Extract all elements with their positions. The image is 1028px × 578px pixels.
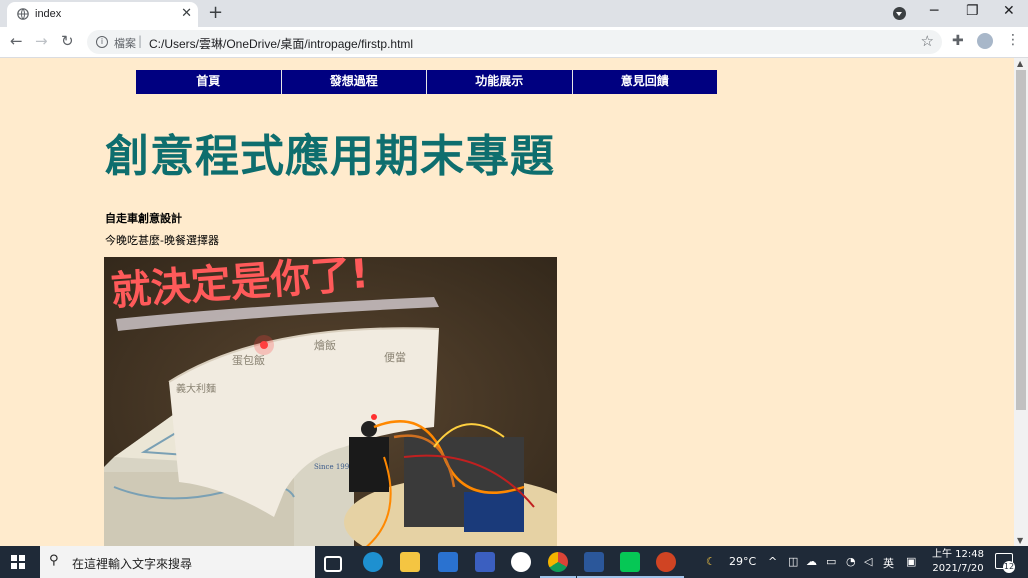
clock-date: 2021/7/20 bbox=[932, 563, 984, 574]
tray-chevron-icon[interactable]: ^ bbox=[768, 555, 777, 568]
weather-temperature[interactable]: 29°C bbox=[729, 555, 756, 568]
nav-demo[interactable]: 功能展示 bbox=[427, 70, 573, 94]
search-icon: ⚲ bbox=[49, 553, 59, 568]
task-view-icon[interactable] bbox=[324, 556, 342, 572]
tab-index[interactable]: index ✕ bbox=[7, 2, 198, 27]
site-nav: 首頁 發想過程 功能展示 意見回饋 bbox=[136, 70, 717, 94]
tab-strip: index ✕ + ─ ❐ ✕ bbox=[0, 0, 1028, 27]
system-clock[interactable]: 上午 12:48 2021/7/20 bbox=[932, 548, 984, 576]
chrome-icon[interactable] bbox=[548, 552, 568, 572]
photo-tin-text: Since 1996 bbox=[314, 463, 354, 471]
input-method-icon[interactable]: ▣ bbox=[906, 555, 916, 568]
file-explorer-icon[interactable] bbox=[400, 552, 420, 572]
photo-paper-text: 蛋包飯 bbox=[232, 353, 265, 367]
windows-start-icon[interactable] bbox=[11, 555, 25, 569]
powerpoint-icon[interactable] bbox=[656, 552, 676, 572]
taskbar-search-box[interactable]: ⚲ 在這裡輸入文字來搜尋 bbox=[40, 546, 315, 578]
taskbar-search-placeholder: 在這裡輸入文字來搜尋 bbox=[72, 557, 193, 571]
nav-ideation[interactable]: 發想過程 bbox=[282, 70, 427, 94]
project-photo: Since 1996 蛋包飯 燴飯 便當 義大利麵 就決定是你了! bbox=[104, 257, 557, 546]
extensions-icon[interactable]: ✚ bbox=[952, 33, 964, 49]
xbox-icon[interactable] bbox=[511, 552, 531, 572]
browser-toolbar: ← → ↻ i 檔案 | C:/Users/雲琳/OneDrive/桌面/int… bbox=[0, 27, 1028, 58]
minimize-button[interactable]: ─ bbox=[930, 3, 938, 19]
clock-time: 上午 12:48 bbox=[932, 549, 984, 560]
word-icon[interactable] bbox=[584, 552, 604, 572]
scroll-thumb[interactable] bbox=[1016, 70, 1026, 410]
battery-icon[interactable]: ▭ bbox=[826, 555, 836, 568]
url-scheme: 檔案 bbox=[114, 37, 136, 50]
project-description: 今晚吃甚麼-晚餐選擇器 bbox=[105, 234, 219, 247]
tab-close-icon[interactable]: ✕ bbox=[181, 6, 192, 21]
restore-button[interactable]: ❐ bbox=[966, 3, 979, 19]
back-icon[interactable]: ← bbox=[10, 32, 23, 50]
nav-feedback[interactable]: 意見回饋 bbox=[573, 70, 718, 94]
app-icon[interactable] bbox=[475, 552, 495, 572]
globe-icon bbox=[17, 8, 29, 20]
nav-home[interactable]: 首頁 bbox=[136, 70, 282, 94]
scroll-up-icon[interactable]: ▲ bbox=[1017, 59, 1023, 68]
photo-paper-text: 義大利麵 bbox=[176, 382, 216, 395]
line-icon[interactable] bbox=[620, 552, 640, 572]
scroll-down-icon[interactable]: ▼ bbox=[1017, 536, 1023, 545]
photo-paper-text: 燴飯 bbox=[314, 338, 336, 352]
volume-icon[interactable]: ◁ bbox=[864, 555, 872, 568]
ime-indicator[interactable]: 英 bbox=[883, 555, 894, 571]
page-scrollbar[interactable]: ▲ ▼ bbox=[1014, 58, 1028, 546]
star-icon[interactable]: ☆ bbox=[921, 32, 934, 50]
url-text[interactable]: C:/Users/雲琳/OneDrive/桌面/intropage/firstp… bbox=[149, 35, 413, 52]
wifi-icon[interactable]: ◔ bbox=[846, 555, 856, 568]
taskbar: ⚲ 在這裡輸入文字來搜尋 ☾ 29°C ^ ◫ ☁ ▭ ◔ ◁ 英 ▣ 上午 1… bbox=[0, 546, 1028, 578]
reload-icon[interactable]: ↻ bbox=[61, 32, 74, 50]
project-subtitle: 自走車創意設計 bbox=[105, 212, 182, 225]
url-separator: | bbox=[138, 34, 143, 48]
new-tab-button[interactable]: + bbox=[208, 3, 223, 23]
onedrive-icon[interactable]: ☁ bbox=[806, 555, 817, 568]
profile-icon[interactable] bbox=[977, 33, 993, 49]
close-window-button[interactable]: ✕ bbox=[1003, 3, 1015, 19]
page-viewport: 首頁 發想過程 功能展示 意見回饋 創意程式應用期末專題 自走車創意設計 今晚吃… bbox=[0, 58, 1014, 546]
notification-count: 12 bbox=[1003, 561, 1015, 573]
info-icon[interactable]: i bbox=[96, 36, 108, 48]
address-bar[interactable]: i 檔案 | C:/Users/雲琳/OneDrive/桌面/intropage… bbox=[87, 30, 942, 54]
tray-app-icon[interactable]: ◫ bbox=[788, 555, 798, 568]
photo-paper-text: 便當 bbox=[384, 351, 406, 364]
tab-title: index bbox=[35, 8, 62, 20]
menu-icon[interactable]: ⋮ bbox=[1006, 32, 1020, 48]
forward-icon[interactable]: → bbox=[35, 32, 48, 50]
mail-icon[interactable] bbox=[438, 552, 458, 572]
page-title: 創意程式應用期末專題 bbox=[105, 131, 555, 182]
edge-icon[interactable] bbox=[363, 552, 383, 572]
weather-icon[interactable]: ☾ bbox=[706, 555, 716, 568]
search-tabs-icon[interactable] bbox=[893, 7, 906, 20]
